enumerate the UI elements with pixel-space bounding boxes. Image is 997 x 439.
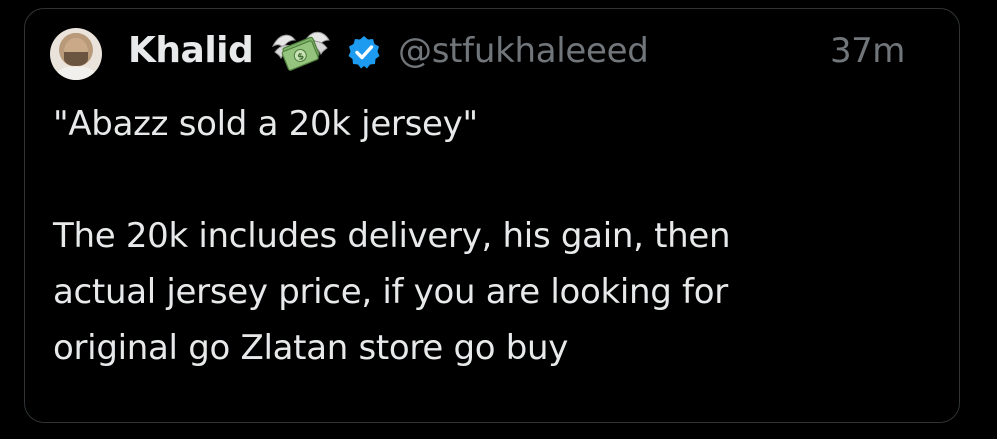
author-name[interactable]: Khalid: [128, 30, 254, 71]
tweet-text-line1: "Abazz sold a 20k jersey": [53, 104, 478, 144]
money-with-wings-icon: $: [271, 26, 331, 72]
avatar[interactable]: [50, 28, 102, 80]
timestamp[interactable]: 37m: [830, 31, 905, 71]
tweet-header: Khalid $ @stfukhaleeed 37m: [50, 24, 920, 80]
verified-badge-icon[interactable]: [346, 34, 382, 70]
tweet-text: "Abazz sold a 20k jersey" The 20k includ…: [53, 96, 933, 376]
tweet-text-body: The 20k includes delivery, his gain, the…: [53, 216, 731, 368]
author-handle[interactable]: @stfukhaleeed: [398, 31, 649, 71]
